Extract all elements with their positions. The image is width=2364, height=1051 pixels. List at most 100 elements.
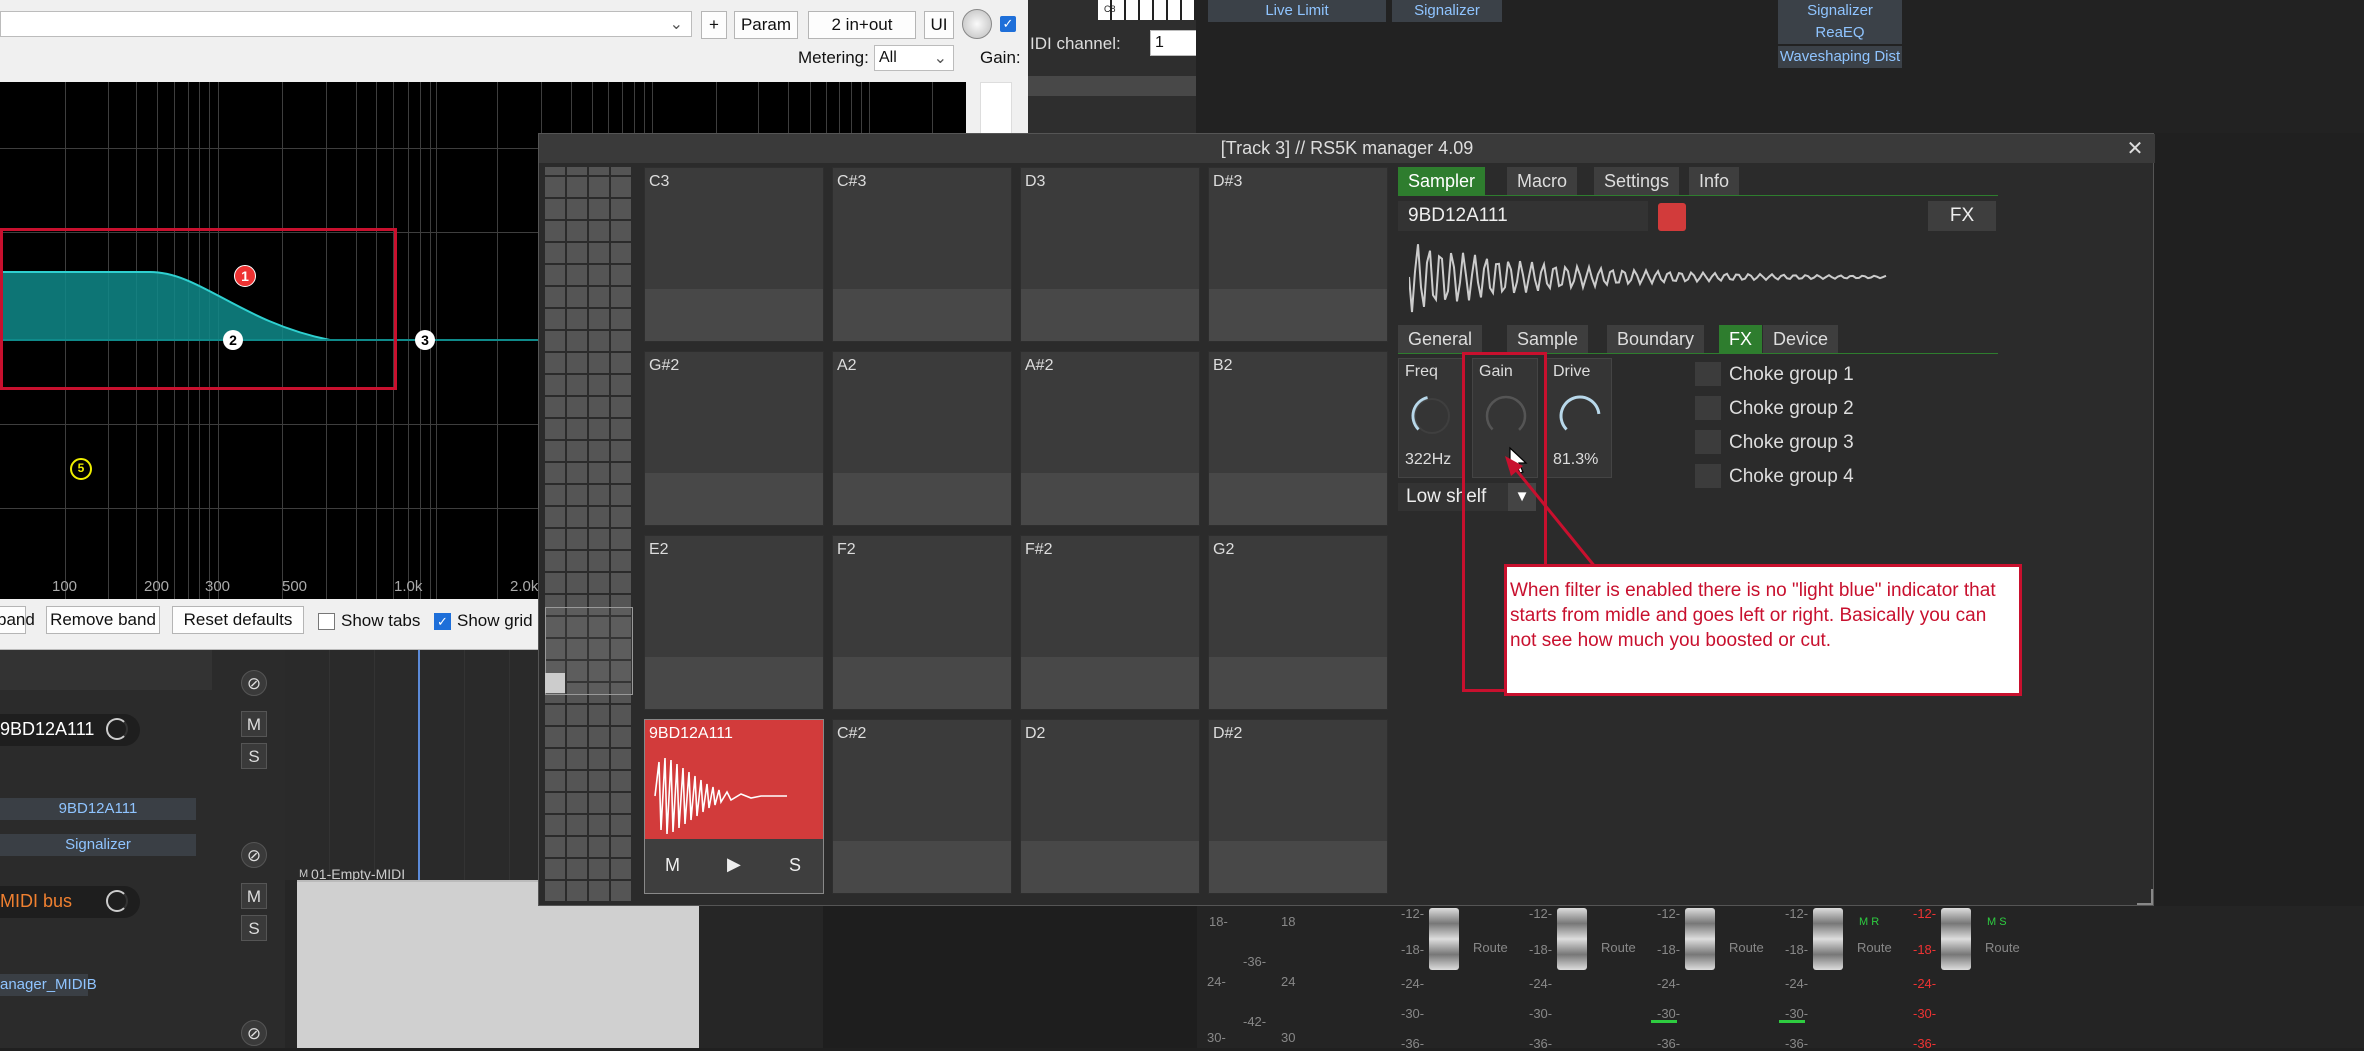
choke-checkbox-4[interactable] bbox=[1695, 464, 1721, 488]
tab-sampler[interactable]: Sampler bbox=[1398, 167, 1486, 195]
pad-label: 9BD12A111 bbox=[649, 725, 733, 742]
mixer-panel: 18- -36- 24- -42- 30- 18 24 30 -12- -18-… bbox=[823, 906, 2364, 1051]
play-icon[interactable]: ▶ bbox=[727, 854, 741, 875]
meter-label: -36- bbox=[1243, 954, 1267, 969]
add-band-button[interactable]: band bbox=[0, 606, 35, 634]
remove-band-button[interactable]: Remove band bbox=[46, 606, 160, 634]
track-1-phase-icon[interactable]: ⊘ bbox=[241, 670, 267, 696]
fader-4[interactable] bbox=[1813, 908, 1843, 970]
pad[interactable]: B2 bbox=[1208, 351, 1388, 526]
sample-waveform[interactable] bbox=[1409, 237, 1889, 317]
fx-chain-signalizer[interactable]: Signalizer bbox=[1778, 0, 1902, 22]
fader-5[interactable] bbox=[1941, 908, 1971, 970]
resize-grip-icon[interactable] bbox=[2137, 889, 2153, 905]
fx-chain-waveshaping[interactable]: Waveshaping Dist bbox=[1778, 46, 1902, 68]
track-2-volume-knob[interactable] bbox=[106, 890, 128, 912]
pad[interactable]: C#3 bbox=[832, 167, 1012, 342]
fx-chain-reaeq[interactable]: ReaEQ bbox=[1778, 22, 1902, 44]
fader-1[interactable] bbox=[1429, 908, 1459, 970]
tab-general[interactable]: General bbox=[1398, 325, 1483, 353]
tab-settings[interactable]: Settings bbox=[1594, 167, 1680, 195]
pad[interactable]: F2 bbox=[832, 535, 1012, 710]
route-label[interactable]: Route bbox=[1729, 940, 1764, 955]
strip-button[interactable]: M S bbox=[1987, 916, 2007, 928]
chevron-down-icon: ⌄ bbox=[669, 16, 683, 33]
tab-fx[interactable]: FX bbox=[1719, 325, 1763, 353]
pad[interactable]: D3 bbox=[1020, 167, 1200, 342]
pad-overview-grid[interactable] bbox=[545, 167, 633, 901]
metering-select[interactable]: All ⌄ bbox=[874, 45, 954, 71]
freq-knob[interactable] bbox=[1407, 391, 1457, 441]
pad-solo-button[interactable]: S bbox=[789, 855, 801, 876]
track-3-phase-icon[interactable]: ⊘ bbox=[241, 1020, 267, 1046]
pad[interactable]: D2 bbox=[1020, 719, 1200, 894]
eq-node-1[interactable]: 1 bbox=[234, 265, 256, 287]
choke-label: Choke group 4 bbox=[1729, 466, 1854, 487]
choke-checkbox-2[interactable] bbox=[1695, 396, 1721, 420]
track-1-fx-1[interactable]: 9BD12A111 bbox=[0, 798, 196, 820]
fx-button[interactable]: FX bbox=[1928, 201, 1996, 231]
window-title[interactable]: [Track 3] // RS5K manager 4.09 bbox=[539, 134, 2155, 163]
pad[interactable]: D#2 bbox=[1208, 719, 1388, 894]
pad[interactable]: F#2 bbox=[1020, 535, 1200, 710]
arrange-top: Live Limit Signalizer Signalizer ReaEQ W… bbox=[1196, 0, 2364, 133]
track-1-fx-2[interactable]: Signalizer bbox=[0, 834, 196, 856]
track-2-fx-1[interactable]: anager_MIDIB bbox=[0, 974, 97, 996]
eq-node-3[interactable]: 3 bbox=[415, 330, 435, 350]
route-label[interactable]: Route bbox=[1857, 940, 1892, 955]
track-1-solo[interactable]: S bbox=[241, 743, 267, 769]
pad[interactable]: D#3 bbox=[1208, 167, 1388, 342]
track-1-volume-knob[interactable] bbox=[106, 718, 128, 740]
close-icon[interactable]: ✕ bbox=[2123, 136, 2147, 161]
route-label[interactable]: Route bbox=[1985, 940, 2020, 955]
pad-controls-area bbox=[1021, 657, 1199, 709]
track-panel: 9BD12A111 9BD12A111 Signalizer ⊘ M S MID… bbox=[0, 650, 285, 1048]
show-tabs-checkbox[interactable] bbox=[318, 613, 335, 630]
pad[interactable]: A#2 bbox=[1020, 351, 1200, 526]
choke-checkbox-1[interactable] bbox=[1695, 362, 1721, 386]
tab-macro[interactable]: Macro bbox=[1507, 167, 1578, 195]
add-preset-button[interactable]: + bbox=[701, 11, 727, 39]
sample-name-field[interactable]: 9BD12A111 bbox=[1398, 201, 1648, 231]
pad[interactable]: A2 bbox=[832, 351, 1012, 526]
fader-2[interactable] bbox=[1557, 908, 1587, 970]
ui-button[interactable]: UI bbox=[924, 11, 954, 39]
color-swatch[interactable] bbox=[1658, 203, 1686, 231]
pad-mute-button[interactable]: M bbox=[665, 855, 680, 876]
eq-node-5[interactable]: 5 bbox=[70, 458, 92, 480]
track-2-phase-icon[interactable]: ⊘ bbox=[241, 842, 267, 868]
route-label[interactable]: Route bbox=[1473, 940, 1508, 955]
pad[interactable]: C#2 bbox=[832, 719, 1012, 894]
pad[interactable]: C3 bbox=[644, 167, 824, 342]
track-2-solo[interactable]: S bbox=[241, 915, 267, 941]
show-grid-checkbox[interactable]: ✓ bbox=[434, 613, 451, 630]
track-1-mute[interactable]: M bbox=[241, 711, 267, 737]
tab-boundary[interactable]: Boundary bbox=[1607, 325, 1705, 353]
pad-label: E2 bbox=[649, 541, 669, 558]
reset-defaults-button[interactable]: Reset defaults bbox=[172, 606, 304, 634]
show-grid-label: Show grid bbox=[457, 611, 533, 630]
route-label[interactable]: Route bbox=[1601, 940, 1636, 955]
tab-sample[interactable]: Sample bbox=[1507, 325, 1589, 353]
tab-device[interactable]: Device bbox=[1763, 325, 1839, 353]
eq-node-2[interactable]: 2 bbox=[223, 330, 243, 350]
preset-combo[interactable]: ⌄ bbox=[0, 11, 692, 37]
tab-info[interactable]: Info bbox=[1689, 167, 1740, 195]
fx-slot-signalizer[interactable]: Signalizer bbox=[1392, 0, 1502, 22]
choke-checkbox-3[interactable] bbox=[1695, 430, 1721, 454]
wet-knob[interactable] bbox=[962, 9, 992, 39]
pad[interactable]: E2 bbox=[644, 535, 824, 710]
drive-knob[interactable] bbox=[1555, 391, 1605, 441]
enable-checkbox[interactable]: ✓ bbox=[1000, 16, 1016, 32]
strip-button[interactable]: M R bbox=[1859, 916, 1879, 928]
pad[interactable]: G#2 bbox=[644, 351, 824, 526]
pad[interactable]: G2 bbox=[1208, 535, 1388, 710]
pad-active[interactable]: 9BD12A111 M ▶ S bbox=[644, 719, 824, 894]
meter-green bbox=[1779, 1020, 1805, 1023]
io-button[interactable]: 2 in+out bbox=[808, 11, 916, 39]
annotation-text: When filter is enabled there is no "ligh… bbox=[1510, 580, 1996, 651]
fader-3[interactable] bbox=[1685, 908, 1715, 970]
fx-slot-live-limit[interactable]: Live Limit bbox=[1208, 0, 1386, 22]
track-2-mute[interactable]: M bbox=[241, 883, 267, 909]
param-button[interactable]: Param bbox=[734, 11, 798, 39]
